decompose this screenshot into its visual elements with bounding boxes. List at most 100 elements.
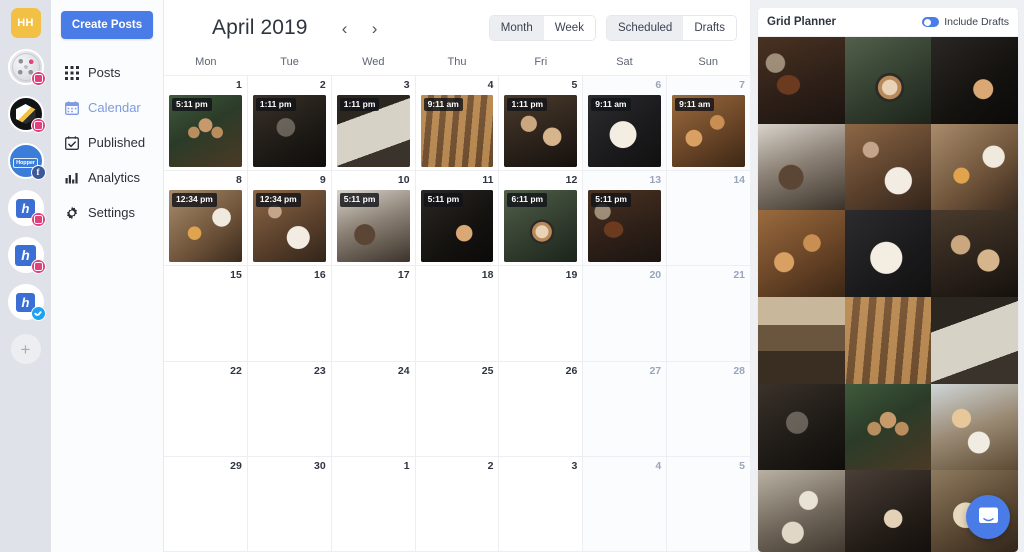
nav-item-posts[interactable]: Posts <box>51 55 163 90</box>
calendar-day-cell[interactable]: 11 5:11 pm <box>416 171 500 266</box>
day-number: 3 <box>403 79 410 91</box>
calendar-day-cell[interactable]: 1 5:11 pm <box>164 76 248 171</box>
calendar-check-icon <box>65 135 79 150</box>
grid-planner-cell[interactable] <box>844 123 932 211</box>
grid-planner-cell[interactable] <box>844 37 932 124</box>
grid-planner-cell[interactable] <box>931 123 1018 211</box>
calendar-day-cell[interactable]: 4 9:11 am <box>416 76 500 171</box>
scheduled-post-thumbnail[interactable]: 9:11 am <box>420 94 494 167</box>
day-number: 12 <box>565 174 578 187</box>
scheduled-post-thumbnail[interactable]: 5:11 pm <box>588 189 662 262</box>
prev-month-button[interactable]: ‹ <box>338 20 352 37</box>
calendar-day-cell[interactable]: 1 <box>332 456 416 552</box>
calendar-day-cell[interactable]: 5 1:11 pm <box>499 76 584 171</box>
calendar-day-cell[interactable]: 25 <box>416 361 500 456</box>
grid-planner-cell[interactable] <box>844 297 932 384</box>
calendar-day-cell[interactable]: 10 5:11 pm <box>332 171 416 266</box>
calendar-day-cell[interactable]: 30 <box>248 456 332 552</box>
calendar-day-cell[interactable]: 7 9:11 am <box>667 76 751 171</box>
calendar-day-cell[interactable]: 20 <box>583 266 668 361</box>
calendar-day-cell[interactable]: 3 <box>499 456 584 552</box>
scheduled-post-thumbnail[interactable]: 1:11 pm <box>336 94 410 167</box>
grid-planner-cell[interactable] <box>844 210 932 298</box>
calendar-day-cell[interactable]: 28 <box>667 361 751 456</box>
nav-item-settings[interactable]: Settings <box>51 195 163 230</box>
grid-planner-cell[interactable] <box>758 297 845 384</box>
next-month-button[interactable]: › <box>368 20 382 37</box>
grid-planner-image <box>758 297 845 384</box>
nav-item-label: Posts <box>88 65 121 80</box>
calendar-day-cell[interactable]: 5 <box>667 456 751 552</box>
scheduled-post-thumbnail[interactable]: 5:11 pm <box>169 94 242 167</box>
view-toggle-month[interactable]: Month <box>489 15 544 41</box>
calendar-day-cell[interactable]: 6 9:11 am <box>583 76 668 171</box>
create-posts-button[interactable]: Create Posts <box>61 11 153 39</box>
account-switcher-item-1[interactable] <box>7 49 46 86</box>
nav-item-calendar[interactable]: Calendar <box>51 90 163 125</box>
grid-planner-image <box>758 383 845 471</box>
calendar-day-cell[interactable]: 2 <box>416 456 500 552</box>
day-number: 8 <box>236 174 242 187</box>
calendar-day-cell[interactable]: 12 6:11 pm <box>499 171 584 266</box>
scheduled-post-thumbnail[interactable]: 9:11 am <box>588 94 662 167</box>
calendar-day-cell[interactable]: 27 <box>583 361 668 456</box>
calendar-toggles: Month Week Scheduled Drafts <box>489 15 736 41</box>
calendar-day-cell[interactable]: 17 <box>332 266 416 361</box>
post-time-badge: 9:11 am <box>675 97 715 112</box>
calendar-day-cell[interactable]: 24 <box>332 361 416 456</box>
grid-planner-cell[interactable] <box>844 383 932 471</box>
calendar-day-cell[interactable]: 23 <box>248 361 332 456</box>
calendar-day-cell[interactable]: 3 1:11 pm <box>332 76 416 171</box>
account-switcher-item-3[interactable]: f <box>7 143 46 180</box>
add-account-button[interactable]: + <box>10 334 41 364</box>
grid-planner-cell[interactable] <box>931 210 1018 298</box>
nav-item-analytics[interactable]: Analytics <box>51 160 163 195</box>
grid-planner-cell[interactable] <box>758 37 845 124</box>
calendar-day-cell[interactable]: 8 12:34 pm <box>164 171 248 266</box>
calendar-day-cell[interactable]: 19 <box>499 266 584 361</box>
account-switcher-item-6[interactable]: h <box>7 284 46 321</box>
calendar-day-cell[interactable]: 9 12:34 pm <box>248 171 332 266</box>
nav-item-published[interactable]: Published <box>51 125 163 160</box>
grid-planner-cell[interactable] <box>844 470 932 552</box>
account-switcher-item-5[interactable]: h <box>7 237 46 274</box>
grid-planner-cell[interactable] <box>758 210 845 298</box>
include-drafts-control[interactable]: Include Drafts <box>922 16 1009 28</box>
view-toggle-week[interactable]: Week <box>543 15 595 41</box>
day-number: 2 <box>319 79 326 91</box>
scheduled-post-thumbnail[interactable]: 1:11 pm <box>252 94 326 167</box>
include-drafts-toggle[interactable] <box>922 17 940 27</box>
calendar-day-cell[interactable]: 13 5:11 pm <box>583 171 668 266</box>
scheduled-post-thumbnail[interactable]: 12:34 pm <box>169 189 242 262</box>
calendar-day-cell[interactable]: 2 1:11 pm <box>248 76 332 171</box>
scheduled-post-thumbnail[interactable]: 5:11 pm <box>336 189 410 262</box>
grid-planner-cell[interactable] <box>931 37 1018 124</box>
status-toggle-drafts[interactable]: Drafts <box>683 15 736 41</box>
scheduled-post-thumbnail[interactable]: 12:34 pm <box>252 189 326 262</box>
grid-planner-cell[interactable] <box>758 123 845 211</box>
grid-planner-cell[interactable] <box>931 383 1018 471</box>
calendar-day-cell[interactable]: 26 <box>499 361 584 456</box>
intercom-launcher-button[interactable] <box>966 495 1010 539</box>
status-toggle-scheduled[interactable]: Scheduled <box>606 15 684 41</box>
scheduled-post-thumbnail[interactable]: 6:11 pm <box>504 189 578 262</box>
scheduled-post-thumbnail[interactable]: 1:11 pm <box>504 94 578 167</box>
grid-planner-cell[interactable] <box>758 383 845 471</box>
calendar-day-cell[interactable]: 16 <box>248 266 332 361</box>
calendar-day-cell[interactable]: 15 <box>164 266 248 361</box>
account-switcher-item-2[interactable] <box>7 96 46 133</box>
grid-planner-cell[interactable] <box>758 470 845 552</box>
calendar-day-cell[interactable]: 4 <box>583 456 668 552</box>
calendar-day-cell[interactable]: 18 <box>416 266 500 361</box>
calendar-day-cell[interactable]: 21 <box>667 266 751 361</box>
calendar-day-cell[interactable]: 22 <box>164 361 248 456</box>
dow-label: Fri <box>534 56 548 68</box>
calendar-day-cell[interactable]: 14 <box>667 171 751 266</box>
user-avatar[interactable]: HH <box>10 8 41 38</box>
grid-planner-cell[interactable] <box>931 297 1018 384</box>
scheduled-post-thumbnail[interactable]: 9:11 am <box>672 94 746 167</box>
account-switcher-item-4[interactable]: h <box>7 190 46 227</box>
calendar-day-cell[interactable]: 29 <box>164 456 248 552</box>
nav-item-label: Calendar <box>88 100 141 115</box>
scheduled-post-thumbnail[interactable]: 5:11 pm <box>420 189 494 262</box>
